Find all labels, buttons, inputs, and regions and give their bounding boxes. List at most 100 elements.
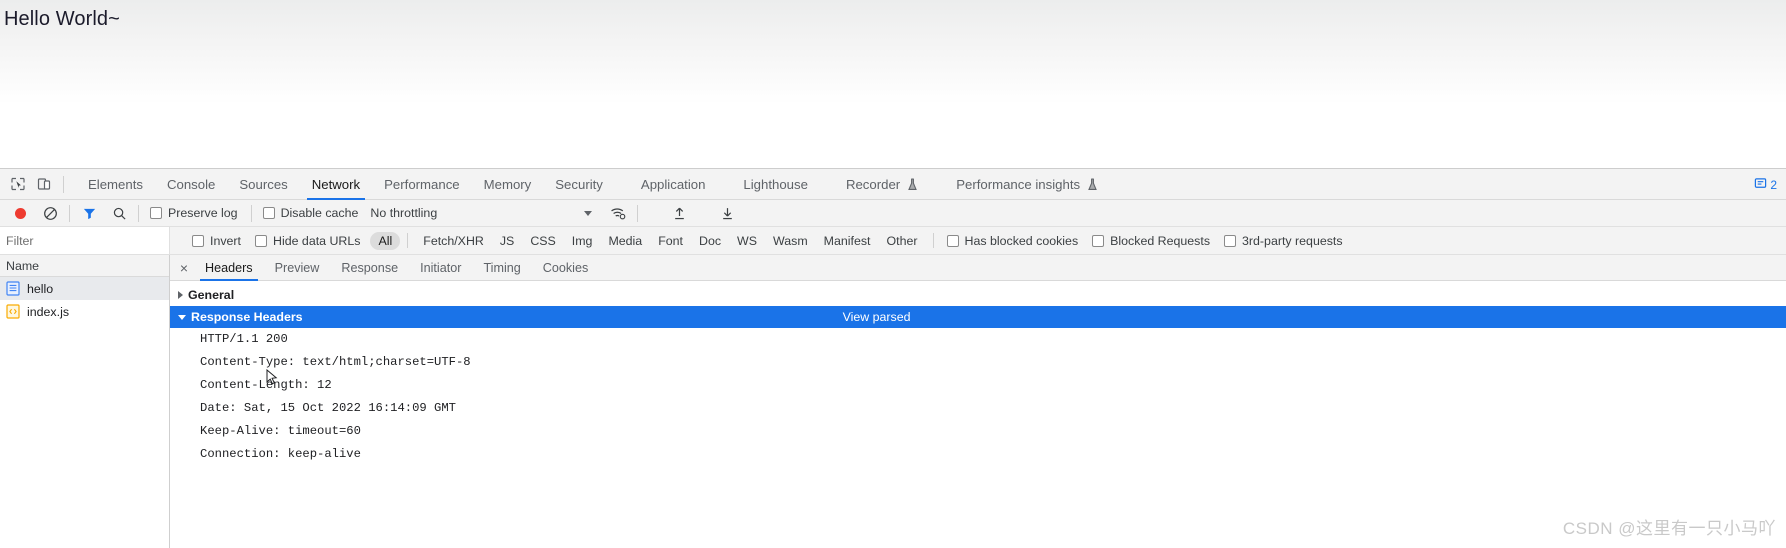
- search-button[interactable]: [105, 202, 133, 224]
- device-toolbar-icon[interactable]: [34, 175, 53, 194]
- response-header-line: Connection: keep-alive: [200, 447, 361, 461]
- tab-recorder[interactable]: Recorder: [834, 169, 930, 200]
- record-icon: [14, 207, 26, 219]
- filter-icon: [83, 208, 95, 219]
- section-response-headers[interactable]: Response Headers View parsed: [170, 306, 1786, 328]
- blocked-requests-checkbox[interactable]: Blocked Requests: [1086, 234, 1218, 248]
- response-header-line: Date: Sat, 15 Oct 2022 16:14:09 GMT: [200, 401, 456, 415]
- import-har-button[interactable]: [665, 202, 693, 224]
- network-conditions-button[interactable]: [604, 202, 632, 224]
- type-filter-all[interactable]: All: [370, 231, 401, 250]
- chevron-down-icon: [178, 314, 186, 320]
- invert-checkbox[interactable]: Invert: [186, 234, 249, 248]
- flask-icon: [907, 177, 918, 191]
- network-toolbar: Preserve log Disable cache No throttling: [0, 200, 1786, 227]
- view-parsed-link[interactable]: View parsed: [843, 310, 911, 324]
- document-file-icon: [6, 281, 20, 296]
- export-har-button[interactable]: [713, 202, 741, 224]
- preserve-log-checkbox[interactable]: Preserve log: [144, 206, 246, 220]
- chevron-down-icon: [584, 210, 593, 216]
- clear-button[interactable]: [36, 202, 64, 224]
- detail-tab-preview[interactable]: Preview: [264, 255, 331, 281]
- chevron-right-icon: [178, 291, 183, 299]
- tab-lighthouse[interactable]: Lighthouse: [731, 169, 820, 200]
- detail-tab-cookies[interactable]: Cookies: [532, 255, 600, 281]
- disable-cache-label: Disable cache: [280, 206, 359, 220]
- tab-label: Lighthouse: [743, 176, 808, 192]
- toolbar-divider: [138, 204, 139, 222]
- tab-memory[interactable]: Memory: [472, 169, 544, 200]
- tab-label: Sources: [239, 176, 288, 192]
- tab-label: Security: [555, 176, 603, 192]
- request-list-column-header: Name: [0, 255, 169, 277]
- hide-data-urls-checkbox[interactable]: Hide data URLs: [249, 234, 368, 248]
- type-filter-other[interactable]: Other: [879, 232, 926, 250]
- type-filter-wasm[interactable]: Wasm: [765, 232, 816, 250]
- detail-tab-timing[interactable]: Timing: [472, 255, 531, 281]
- throttling-select[interactable]: No throttling: [368, 206, 437, 220]
- filter-controls: Invert Hide data URLs All Fetch/XHR JS C…: [170, 231, 1786, 250]
- tab-label: Memory: [483, 176, 532, 192]
- filter-button[interactable]: [75, 202, 103, 224]
- section-general[interactable]: General: [170, 284, 1786, 306]
- tab-console[interactable]: Console: [155, 169, 227, 200]
- response-header-line: Keep-Alive: timeout=60: [200, 424, 361, 438]
- toolbar-divider: [69, 204, 70, 222]
- has-blocked-cookies-checkbox[interactable]: Has blocked cookies: [941, 234, 1087, 248]
- checkbox-box: [255, 234, 267, 247]
- devtools-tab-list: Elements Console Sources Network Perform…: [76, 169, 1110, 200]
- request-row-hello[interactable]: hello: [0, 277, 169, 300]
- filter-input[interactable]: [0, 227, 170, 254]
- message-badge[interactable]: 2: [1751, 176, 1780, 194]
- tabstrip-right-controls: 2: [1751, 169, 1780, 200]
- invert-label: Invert: [210, 233, 241, 248]
- checkbox-box: [946, 234, 959, 247]
- request-detail-panel: × Headers Preview Response Initiator Tim…: [170, 255, 1786, 548]
- tab-security[interactable]: Security: [543, 169, 615, 200]
- throttling-dropdown-arrow[interactable]: [574, 202, 602, 224]
- filter-divider: [932, 233, 934, 248]
- tab-elements[interactable]: Elements: [76, 169, 155, 200]
- toolbar-divider: [63, 175, 64, 193]
- type-filter-css[interactable]: CSS: [522, 232, 563, 250]
- devtools-panel: Elements Console Sources Network Perform…: [0, 168, 1786, 548]
- search-icon: [113, 207, 126, 220]
- checkbox-box: [262, 207, 275, 219]
- type-filter-manifest[interactable]: Manifest: [816, 232, 879, 250]
- toolbar-divider: [250, 204, 252, 222]
- type-filter-media[interactable]: Media: [600, 232, 650, 250]
- tab-performance-insights[interactable]: Performance insights: [944, 169, 1110, 200]
- type-filter-ws[interactable]: WS: [729, 232, 765, 250]
- blocked-requests-label: Blocked Requests: [1110, 233, 1211, 248]
- type-filter-js[interactable]: JS: [492, 232, 522, 250]
- tab-network[interactable]: Network: [300, 169, 372, 200]
- type-filter-font[interactable]: Font: [650, 232, 691, 250]
- third-party-requests-checkbox[interactable]: 3rd-party requests: [1218, 234, 1351, 248]
- tab-label: Application: [640, 176, 706, 192]
- type-filter-doc[interactable]: Doc: [691, 232, 729, 250]
- tab-label: Recorder: [845, 176, 901, 192]
- tab-sources[interactable]: Sources: [227, 169, 299, 200]
- request-name: hello: [27, 281, 54, 296]
- detail-tab-response[interactable]: Response: [330, 255, 409, 281]
- type-filter-img[interactable]: Img: [564, 232, 601, 250]
- tab-label: Performance: [384, 176, 460, 192]
- tab-label: Performance insights: [956, 176, 1081, 192]
- detail-tab-initiator[interactable]: Initiator: [409, 255, 472, 281]
- disable-cache-checkbox[interactable]: Disable cache: [257, 206, 367, 220]
- tab-label: Console: [166, 176, 216, 192]
- type-filter-fetch-xhr[interactable]: Fetch/XHR: [415, 232, 492, 250]
- tab-performance[interactable]: Performance: [372, 169, 472, 200]
- detail-tab-headers[interactable]: Headers: [194, 255, 264, 281]
- dock-buttons: [2, 175, 76, 194]
- message-icon: [1754, 177, 1767, 193]
- request-row-index-js[interactable]: index.js: [0, 300, 169, 323]
- tab-application[interactable]: Application: [629, 169, 718, 200]
- inspect-element-icon[interactable]: [8, 175, 27, 194]
- toolbar-divider: [637, 204, 639, 222]
- response-header-line: Content-Type: text/html;charset=UTF-8: [200, 355, 471, 369]
- preserve-log-label: Preserve log: [168, 206, 238, 220]
- close-icon[interactable]: ×: [174, 257, 194, 279]
- section-title: General: [188, 288, 235, 302]
- record-button[interactable]: [6, 202, 34, 224]
